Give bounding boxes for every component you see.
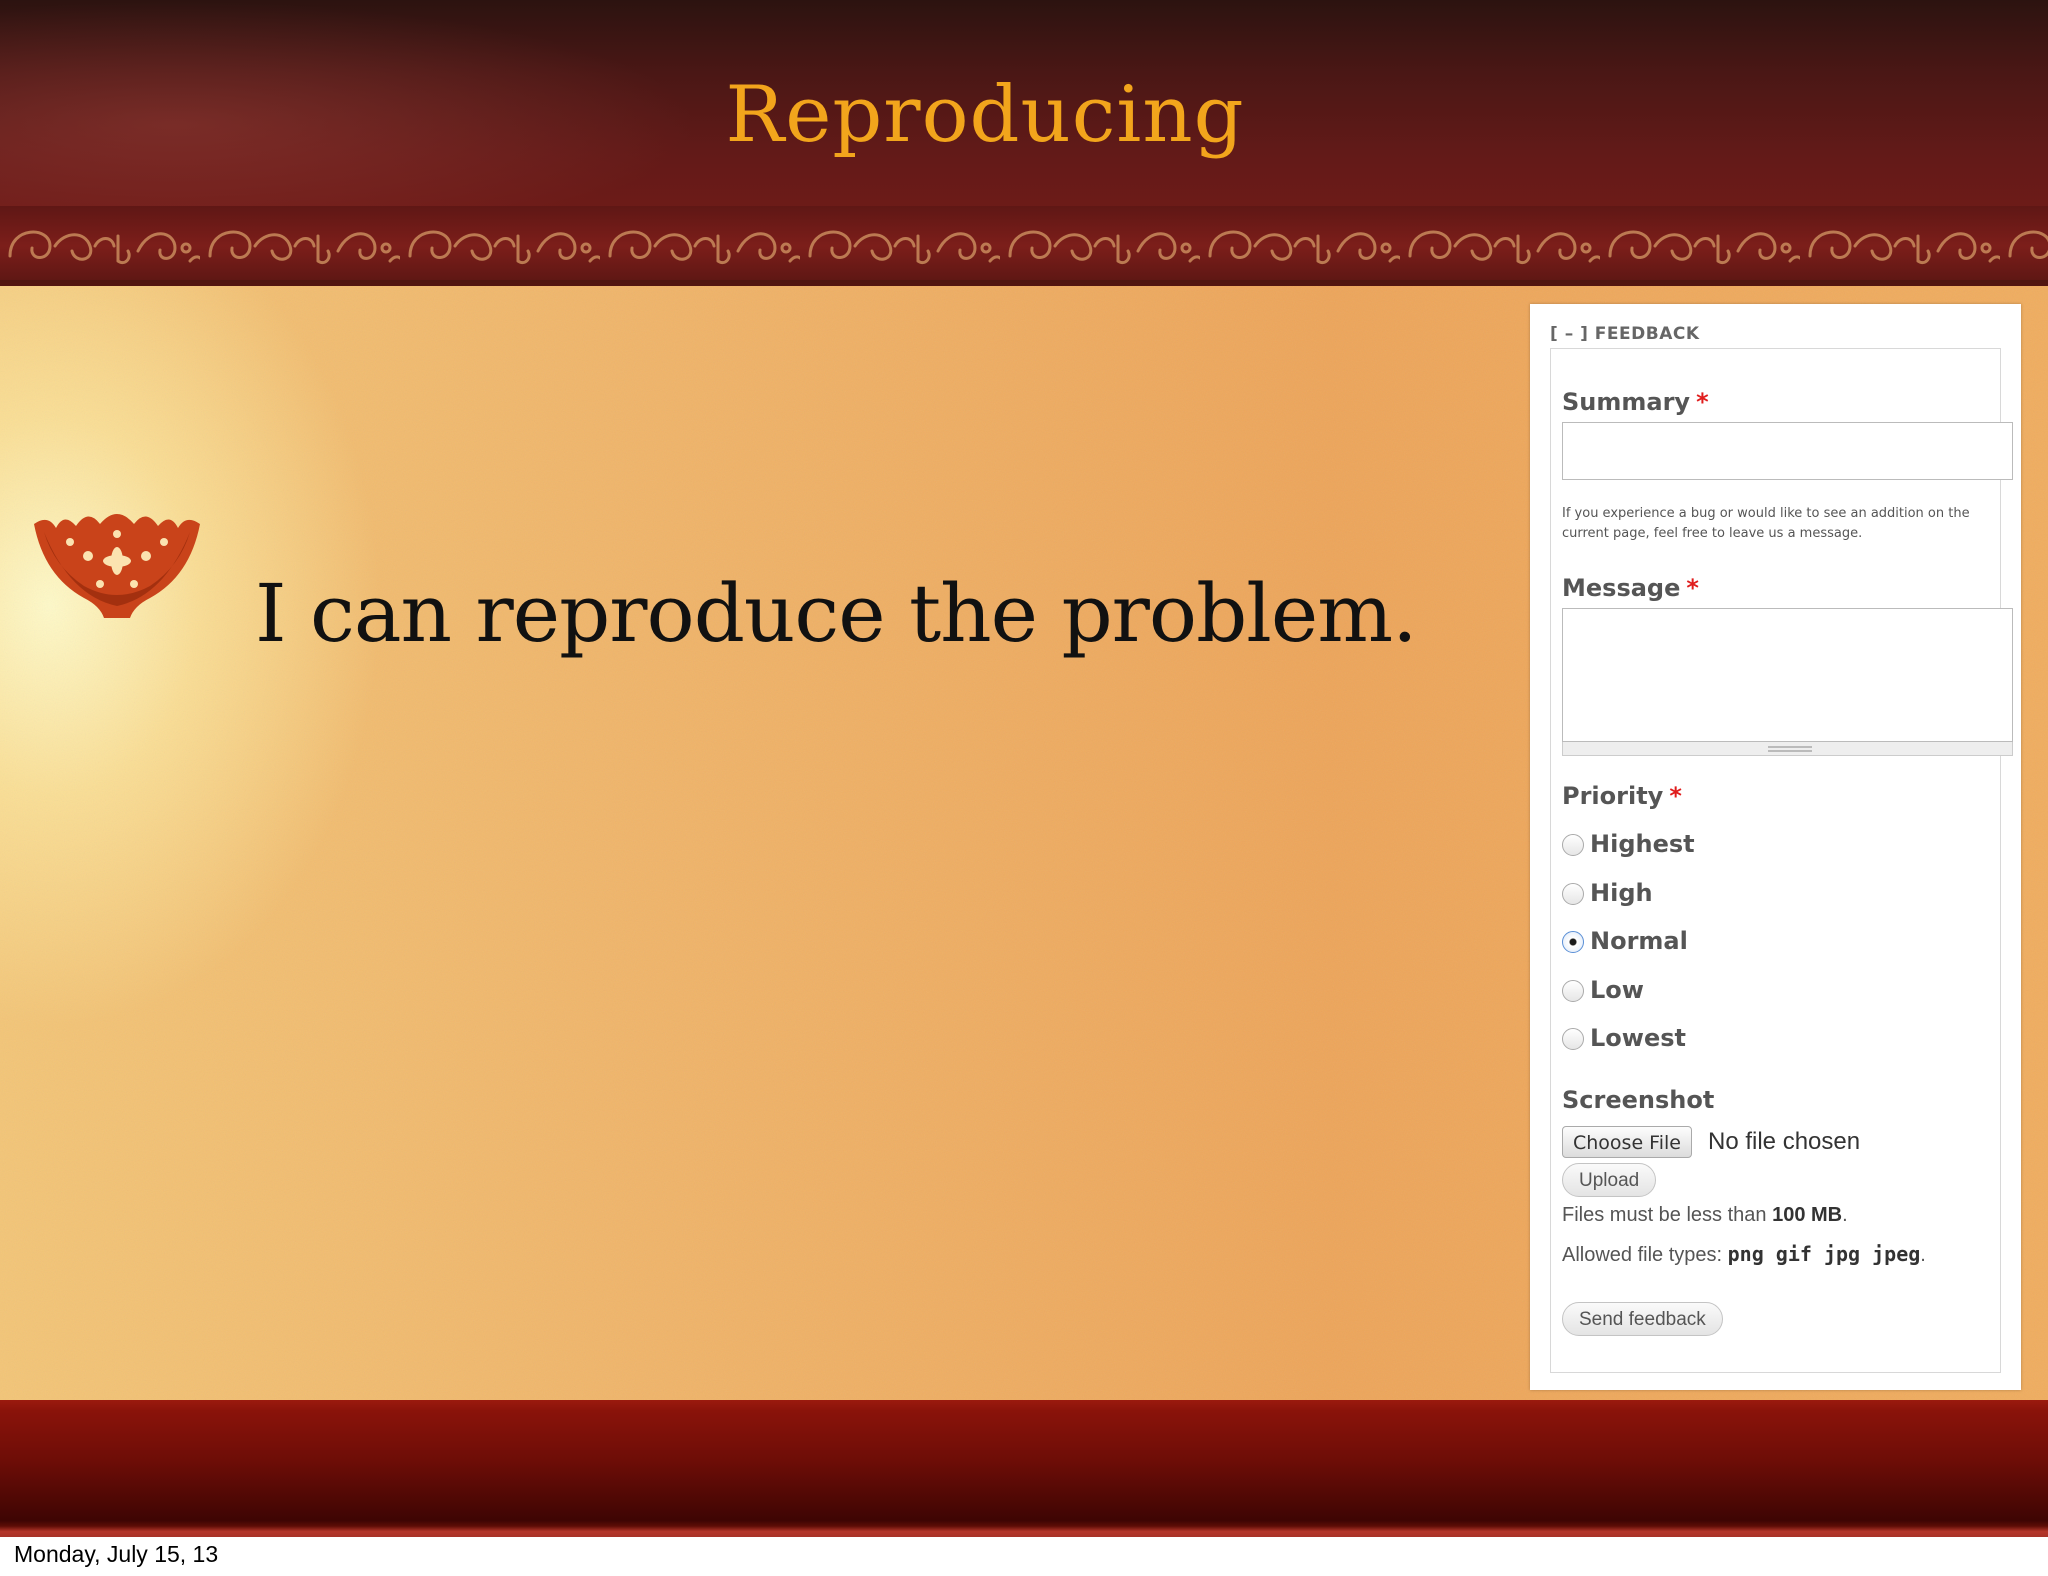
scroll-ornament-pattern: [0, 214, 2048, 278]
priority-label-text: Priority: [1562, 782, 1664, 810]
slide-header: Reproducing: [0, 0, 2048, 208]
screenshot-label: Screenshot: [1562, 1086, 1715, 1114]
radio-button[interactable]: [1562, 1028, 1584, 1050]
grip-bar: [1768, 746, 1812, 752]
summary-help-text: If you experience a bug or would like to…: [1562, 506, 1970, 541]
upload-button[interactable]: Upload: [1562, 1163, 1657, 1197]
radio-button[interactable]: [1562, 980, 1584, 1002]
priority-label: Priority *: [1562, 782, 1682, 810]
file-size-note-prefix: Files must be less than: [1562, 1204, 1767, 1226]
required-mark: *: [1686, 574, 1699, 602]
file-size-limit: 100 MB: [1772, 1204, 1843, 1226]
send-feedback-button[interactable]: Send feedback: [1562, 1302, 1723, 1336]
message-label: Message *: [1562, 574, 1699, 602]
priority-option-label: Highest: [1590, 830, 1695, 858]
choose-file-button[interactable]: Choose File: [1562, 1126, 1692, 1158]
file-types-note-prefix: Allowed file types:: [1562, 1244, 1723, 1266]
file-types-note: Allowed file types: png gif jpg jpeg.: [1562, 1242, 1926, 1266]
summary-input[interactable]: [1562, 422, 2013, 480]
slide-footer-band: [0, 1400, 2048, 1537]
file-size-note: Files must be less than 100 MB.: [1562, 1204, 1848, 1226]
feedback-panel: [ – ] FEEDBACK Summary * If you experienc…: [1530, 304, 2021, 1390]
feedback-collapse-toggle[interactable]: [ – ] FEEDBACK: [1550, 324, 1700, 344]
message-textarea[interactable]: [1562, 608, 2013, 742]
priority-option-label: High: [1590, 879, 1653, 907]
radio-button[interactable]: [1562, 834, 1584, 856]
bullet-text: I can reproduce the problem.: [255, 567, 1417, 660]
priority-option-label: Lowest: [1590, 1024, 1686, 1052]
slide: Reproducing I can reproduce the problem.…: [0, 0, 2048, 1537]
summary-label: Summary *: [1562, 388, 1709, 416]
summary-label-text: Summary: [1562, 388, 1691, 416]
ornamental-border: [0, 206, 2048, 286]
priority-option-label: Low: [1590, 976, 1644, 1004]
message-label-text: Message: [1562, 574, 1681, 602]
textarea-resize-grip[interactable]: [1562, 742, 2013, 756]
radio-button-selected[interactable]: [1562, 931, 1584, 953]
radio-button[interactable]: [1562, 883, 1584, 905]
no-file-chosen-text: No file chosen: [1708, 1128, 1861, 1155]
file-types-list: png gif jpg jpeg: [1727, 1242, 1921, 1266]
required-mark: *: [1669, 782, 1682, 810]
required-mark: *: [1696, 388, 1709, 416]
slide-title: Reproducing: [725, 70, 1245, 160]
priority-option-label: Normal: [1590, 927, 1688, 955]
footer-date: Monday, July 15, 13: [14, 1541, 219, 1567]
lamp-bullet-icon: [34, 514, 200, 618]
